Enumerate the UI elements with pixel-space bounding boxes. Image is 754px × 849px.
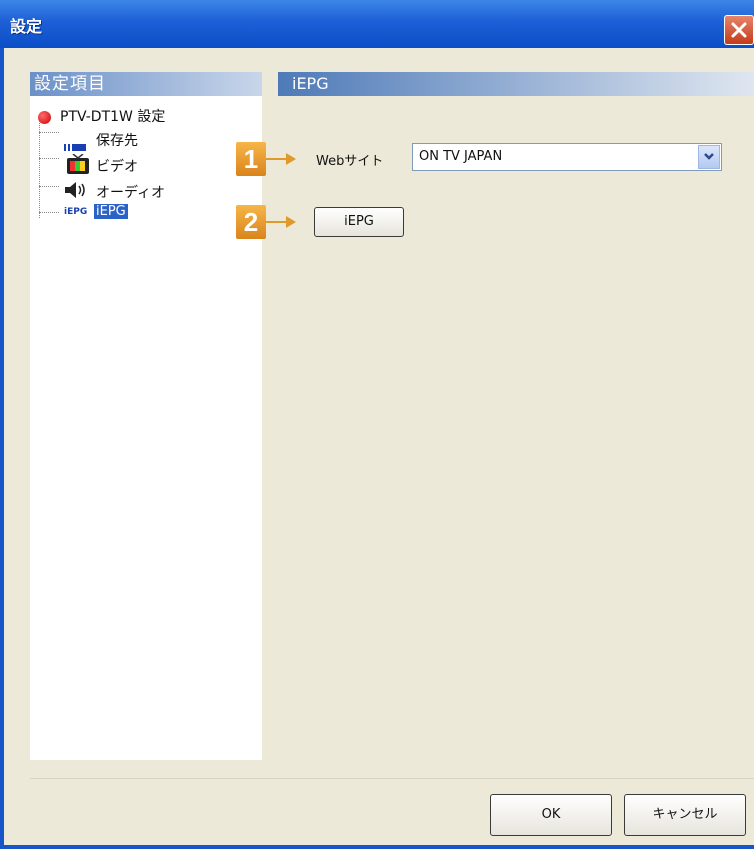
tree-root-label[interactable]: PTV-DT1W 設定 [60, 106, 165, 126]
tree-connector [39, 186, 59, 187]
root-status-icon [38, 111, 51, 124]
tree-item-audio[interactable]: オーディオ [96, 182, 165, 202]
tree-item-storage[interactable]: 保存先 [96, 130, 138, 150]
close-icon [731, 22, 747, 38]
settings-items-header: 設定項目 [30, 72, 262, 96]
badge-arrow-icon [286, 216, 296, 228]
iepg-icon: iEPG [64, 207, 88, 217]
badge-pointer-line [266, 158, 286, 160]
dropdown-button[interactable] [698, 145, 720, 169]
tree-item-video[interactable]: ビデオ [96, 156, 138, 176]
badge-arrow-icon [286, 153, 296, 165]
tree-connector [39, 118, 40, 218]
website-select-value: ON TV JAPAN [419, 149, 503, 164]
iepg-button[interactable]: iEPG [314, 207, 404, 237]
tree-connector [39, 212, 59, 213]
close-button[interactable] [724, 15, 754, 45]
title-bar: 設定 [0, 0, 754, 49]
iepg-panel-header: iEPG [278, 72, 754, 96]
badge-pointer-line [266, 221, 286, 223]
tree-item-iepg[interactable]: iEPG [94, 204, 128, 219]
window-title: 設定 [10, 17, 43, 36]
website-select[interactable]: ON TV JAPAN [412, 143, 722, 171]
chevron-down-icon [704, 153, 714, 160]
step-badge-1: 1 [236, 142, 266, 176]
storage-icon [64, 140, 86, 151]
speaker-icon [64, 181, 88, 199]
tv-icon [66, 153, 90, 176]
ok-button[interactable]: OK [490, 794, 612, 836]
footer-divider [30, 778, 754, 779]
step-badge-2: 2 [236, 205, 266, 239]
website-label: Webサイト [316, 154, 384, 169]
tree-connector [39, 132, 59, 133]
tree-connector [39, 158, 59, 159]
cancel-button[interactable]: キャンセル [624, 794, 746, 836]
